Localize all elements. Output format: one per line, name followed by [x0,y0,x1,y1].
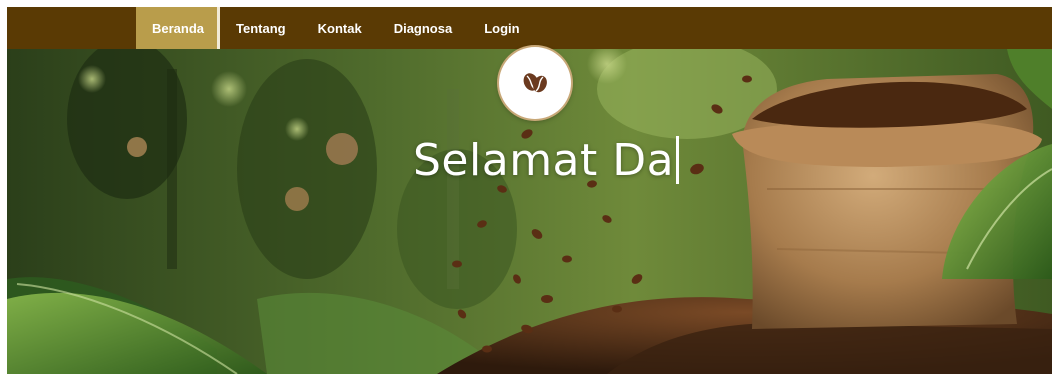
nav-item-tentang[interactable]: Tentang [220,7,302,49]
hero-title-text: Selamat Da [413,135,675,186]
logo-badge [499,47,571,119]
nav-item-kontak[interactable]: Kontak [302,7,378,49]
hero-title: Selamat Da [413,135,680,186]
coffee-bean-icon [523,73,547,93]
typing-cursor [676,136,680,184]
navbar: Beranda Tentang Kontak Diagnosa Login [7,7,1052,49]
nav-item-login[interactable]: Login [468,7,535,49]
nav-item-beranda[interactable]: Beranda [136,7,221,49]
page-frame: Beranda Tentang Kontak Diagnosa Login Se… [7,7,1052,374]
nav-item-diagnosa[interactable]: Diagnosa [378,7,469,49]
nav-menu: Beranda Tentang Kontak Diagnosa Login [136,7,536,49]
